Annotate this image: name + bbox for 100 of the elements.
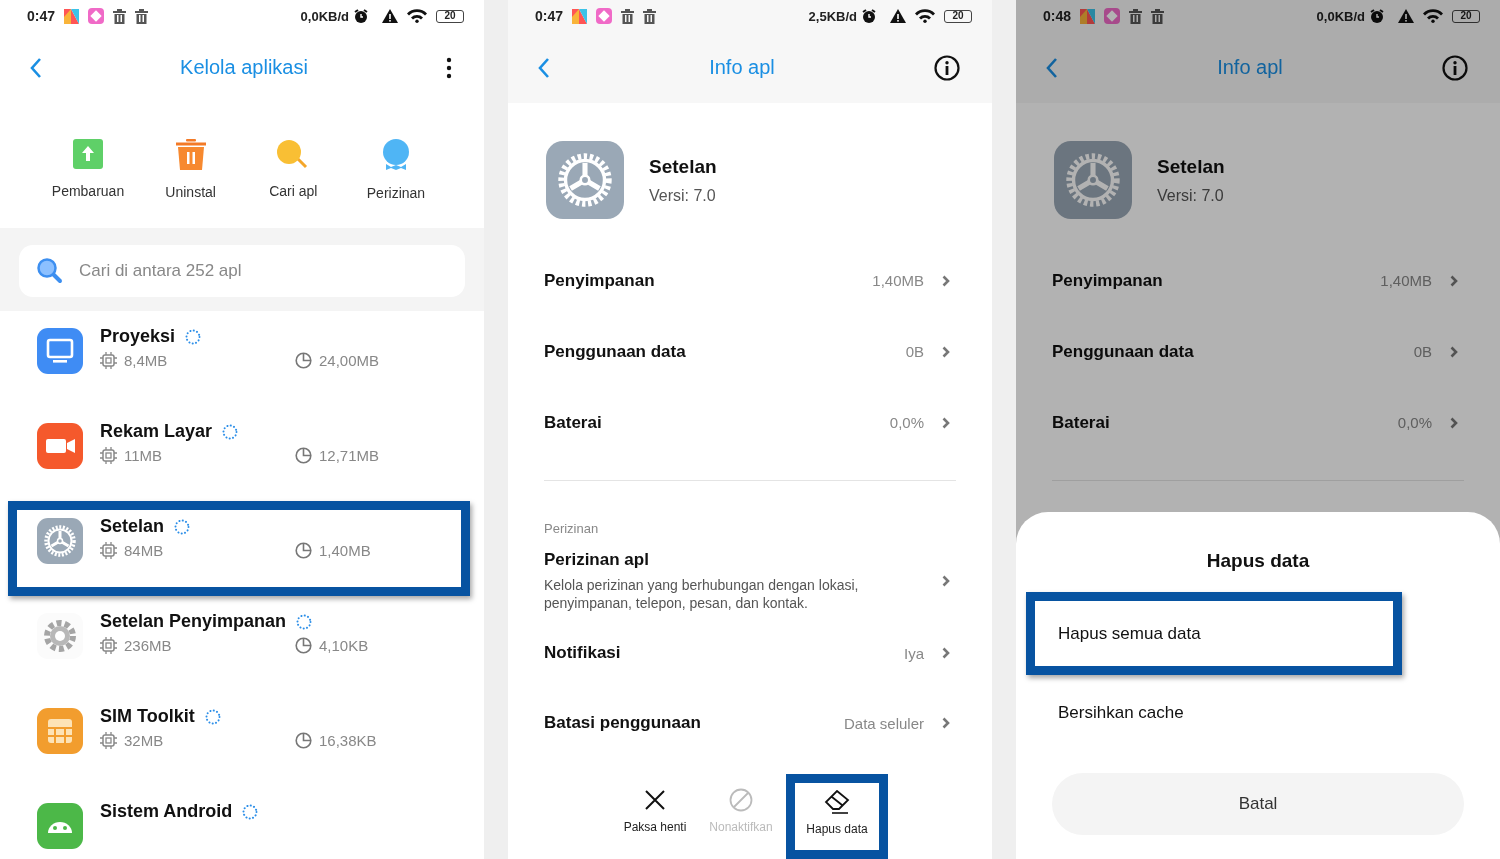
- warning-icon: [890, 9, 906, 23]
- app-notification-icon: [64, 8, 80, 24]
- cancel-button[interactable]: Batal: [1052, 773, 1464, 835]
- row-value: 0B: [1413, 343, 1432, 360]
- settings-row[interactable]: Penggunaan data 0B: [508, 316, 992, 387]
- app-name: Proyeksi: [100, 326, 176, 347]
- more-options-icon[interactable]: [446, 56, 452, 79]
- search-field[interactable]: Cari di antara 252 apl: [19, 245, 465, 297]
- storage-size: 4,10KB: [319, 637, 369, 654]
- loading-icon: [185, 328, 202, 345]
- network-speed: 2,5KB/d: [808, 8, 857, 24]
- pie-chart-icon: [295, 732, 312, 749]
- settings-row[interactable]: Baterai 0,0%: [1016, 387, 1500, 458]
- screen-title: Info apl: [1217, 56, 1283, 79]
- row-label: Baterai: [544, 412, 602, 433]
- app-version: Versi: 7.0: [649, 186, 717, 205]
- sheet-option[interactable]: Bersihkan cache: [1016, 675, 1500, 751]
- loading-icon: [174, 518, 191, 535]
- close-icon: [643, 788, 667, 812]
- chevron-right-icon: [1450, 416, 1458, 429]
- row-label: Penyimpanan: [544, 270, 655, 291]
- magnifier-icon[interactable]: [277, 139, 310, 169]
- prohibited-icon: [729, 788, 753, 812]
- trash-icon: [643, 8, 657, 24]
- alarm-icon: [354, 9, 368, 23]
- app-name: Setelan: [649, 155, 717, 178]
- app-list-item[interactable]: Setelan 84MB 1,40MB: [8, 501, 470, 596]
- clear-data-button[interactable]: Hapus data: [786, 774, 888, 859]
- battery-level: 20: [444, 11, 456, 21]
- settings-row[interactable]: Baterai 0,0%: [508, 387, 992, 458]
- app-name: Sistem Android: [100, 801, 233, 822]
- chevron-right-icon: [942, 345, 950, 358]
- settings-row[interactable]: Penggunaan data 0B: [1016, 316, 1500, 387]
- status-time: 0:47: [27, 8, 56, 24]
- loading-icon: [242, 803, 259, 820]
- wifi-icon: [915, 9, 935, 23]
- app-list-item[interactable]: SIM Toolkit 32MB 16,38KB: [8, 691, 470, 786]
- person-badge-icon[interactable]: [381, 139, 410, 171]
- chip-icon: [100, 447, 117, 464]
- loading-icon: [204, 708, 221, 725]
- app-notification-icon: [596, 8, 613, 24]
- chevron-right-icon: [942, 416, 950, 429]
- trash-icon[interactable]: [175, 139, 206, 170]
- settings-row[interactable]: Penyimpanan 1,40MB: [1016, 245, 1500, 316]
- back-icon[interactable]: [538, 56, 550, 79]
- row-description: Kelola perizinan yang berhubungan dengan lokasi, penyimpanan, telepon, pesan, dan kontak.: [544, 576, 860, 613]
- trash-icon: [135, 8, 149, 24]
- monitor-icon: [37, 328, 83, 374]
- row-label: Notifikasi: [544, 643, 622, 664]
- row-value: 0,0%: [889, 414, 924, 431]
- sheet-option[interactable]: Hapus semua data: [1026, 592, 1402, 675]
- settings-row[interactable]: Perizinan apl Kelola perizinan yang berhubungan dengan lokasi, penyimpanan, telepon, pesan, dan kontak.: [508, 544, 992, 619]
- info-icon[interactable]: [934, 54, 960, 81]
- back-icon[interactable]: [30, 56, 42, 79]
- network-speed: 0,0KB/d: [1316, 8, 1365, 24]
- shortcut-label[interactable]: Pembaruan: [51, 183, 125, 199]
- battery-level: 20: [952, 11, 964, 21]
- pie-chart-icon: [295, 447, 312, 464]
- shortcut-label[interactable]: Perizinan: [366, 185, 426, 201]
- app-name: Setelan Penyimpanan: [100, 611, 287, 632]
- chevron-right-icon: [942, 717, 950, 730]
- settings-row[interactable]: Batasi penggunaan Data seluler: [508, 688, 992, 759]
- row-label: Perizinan apl: [544, 550, 650, 570]
- chevron-right-icon: [942, 274, 950, 287]
- eraser-icon: [824, 790, 850, 814]
- memory-size: 236MB: [124, 637, 172, 654]
- trash-icon: [1151, 8, 1165, 24]
- alarm-icon: [1370, 9, 1384, 23]
- shortcut-label[interactable]: Uninstal: [165, 184, 216, 200]
- shortcut-label[interactable]: Cari apl: [269, 183, 318, 199]
- video-camera-icon: [37, 423, 83, 469]
- row-value: 1,40MB: [1380, 272, 1432, 289]
- app-list-item[interactable]: Setelan Penyimpanan 236MB 4,10KB: [8, 596, 470, 691]
- app-list-item[interactable]: Rekam Layar 11MB 12,71MB: [8, 406, 470, 501]
- row-label: Baterai: [1052, 412, 1110, 433]
- pie-chart-icon: [295, 637, 312, 654]
- app-notification-icon: [1104, 8, 1121, 24]
- status-time: 0:47: [535, 8, 564, 24]
- chevron-right-icon: [1450, 274, 1458, 287]
- info-icon[interactable]: [1442, 54, 1468, 81]
- warning-icon: [1398, 9, 1414, 23]
- network-speed: 0,0KB/d: [300, 8, 349, 24]
- row-value: 0B: [905, 343, 924, 360]
- chip-icon: [100, 732, 117, 749]
- storage-size: 16,38KB: [319, 732, 377, 749]
- app-name: SIM Toolkit: [100, 706, 195, 727]
- settings-row[interactable]: Notifikasi Iya: [508, 618, 992, 689]
- gear-icon: [1054, 141, 1132, 219]
- app-list-item[interactable]: Sistem Android: [8, 786, 470, 859]
- chip-icon: [100, 352, 117, 369]
- back-icon[interactable]: [1046, 56, 1058, 79]
- row-value: Iya: [904, 644, 924, 662]
- section-header: Perizinan: [543, 520, 600, 538]
- chip-icon: [100, 542, 117, 559]
- sim-card-icon: [37, 708, 83, 754]
- settings-row[interactable]: Penyimpanan 1,40MB: [508, 245, 992, 316]
- app-list-item[interactable]: Proyeksi 8,4MB 24,00MB: [8, 311, 470, 406]
- gear-icon: [546, 141, 624, 219]
- app-version: Versi: 7.0: [1157, 186, 1225, 205]
- status-time: 0:48: [1043, 8, 1072, 24]
